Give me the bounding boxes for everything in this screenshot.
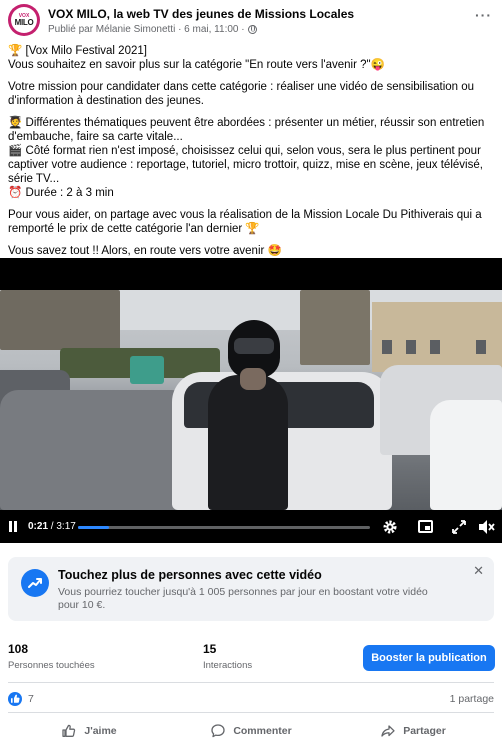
share-button[interactable]: Partager bbox=[332, 720, 494, 742]
share-label: Partager bbox=[403, 725, 446, 737]
close-icon[interactable]: ✕ bbox=[473, 564, 484, 577]
share-count[interactable]: 1 partage bbox=[450, 693, 494, 705]
pip-icon[interactable] bbox=[418, 520, 433, 533]
boost-suggestion-card[interactable]: Touchez plus de personnes avec cette vid… bbox=[8, 557, 494, 621]
post-line: 🧑‍🎓 Différentes thématiques peuvent être… bbox=[8, 117, 485, 143]
avatar-logo-main: MILO bbox=[14, 17, 34, 27]
pause-icon[interactable] bbox=[8, 521, 18, 532]
comment-label: Commenter bbox=[233, 725, 292, 737]
reactions-summary: 7 1 partage bbox=[8, 690, 494, 708]
page-name-link[interactable]: VOX MILO, la web TV des jeunes de Missio… bbox=[48, 7, 354, 21]
video-controls: 0:21 / 3:17 bbox=[0, 510, 502, 543]
post-line: 🎬 Côté format rien n'est imposé, choisis… bbox=[8, 145, 483, 185]
post-header: VOX MILO VOX MILO, la web TV des jeunes … bbox=[8, 4, 494, 40]
mute-icon[interactable] bbox=[478, 519, 496, 535]
reaction-count[interactable]: 7 bbox=[28, 693, 34, 705]
post-line: 🏆 [Vox Milo Festival 2021] bbox=[8, 45, 147, 57]
like-button[interactable]: J'aime bbox=[8, 720, 170, 742]
current-time: 0:21 bbox=[28, 521, 49, 532]
avatar-logo: VOX MILO bbox=[11, 7, 37, 33]
interactions-stat: 15 Interactions bbox=[203, 642, 252, 671]
boost-card-title: Touchez plus de personnes avec cette vid… bbox=[58, 568, 322, 582]
post-line: Pour vous aider, on partage avec vous la… bbox=[8, 209, 482, 235]
post-line: Votre mission pour candidater dans cette… bbox=[8, 81, 475, 107]
divider bbox=[8, 682, 494, 683]
expand-icon[interactable] bbox=[451, 519, 467, 535]
share-icon bbox=[380, 723, 396, 739]
post-meta-text[interactable]: Publié par Mélanie Simonetti · 6 mai, 11… bbox=[48, 24, 245, 35]
comment-icon bbox=[210, 723, 226, 739]
post-actions: J'aime Commenter Partager bbox=[8, 720, 494, 742]
interactions-value: 15 bbox=[203, 642, 217, 656]
boost-card-description: Vous pourriez toucher jusqu'à 1 005 pers… bbox=[58, 586, 428, 611]
reach-stat: 108 Personnes touchées bbox=[8, 642, 95, 671]
video-player[interactable]: 0:21 / 3:17 bbox=[0, 258, 502, 543]
page-avatar[interactable]: VOX MILO bbox=[8, 4, 40, 36]
post-message: 🏆 [Vox Milo Festival 2021] Vous souhaite… bbox=[8, 44, 494, 258]
post-line: ⏰ Durée : 2 à 3 min bbox=[8, 187, 114, 199]
duration: 3:17 bbox=[56, 521, 76, 532]
video-progress-fill bbox=[78, 526, 109, 529]
thumbs-up-icon bbox=[61, 723, 77, 739]
post-meta: Publié par Mélanie Simonetti · 6 mai, 11… bbox=[48, 24, 257, 35]
post-line: Vous souhaitez en savoir plus sur la cat… bbox=[8, 59, 385, 71]
trending-icon bbox=[21, 569, 49, 597]
reach-value: 108 bbox=[8, 642, 29, 656]
post-line: Vous savez tout !! Alors, en route vers … bbox=[8, 245, 282, 257]
globe-icon bbox=[247, 25, 257, 34]
interactions-label: Interactions bbox=[203, 660, 253, 671]
divider bbox=[8, 712, 494, 713]
reach-label: Personnes touchées bbox=[8, 660, 95, 671]
like-label: J'aime bbox=[84, 725, 117, 737]
comment-button[interactable]: Commenter bbox=[170, 720, 332, 742]
like-reaction-icon[interactable] bbox=[8, 692, 22, 706]
more-icon[interactable]: ··· bbox=[475, 8, 492, 22]
gear-icon[interactable] bbox=[382, 519, 398, 535]
video-time: 0:21 / 3:17 bbox=[28, 521, 76, 532]
video-frame[interactable] bbox=[0, 290, 502, 510]
video-progress-bar[interactable] bbox=[78, 526, 370, 529]
boost-post-button[interactable]: Booster la publication bbox=[363, 645, 495, 671]
